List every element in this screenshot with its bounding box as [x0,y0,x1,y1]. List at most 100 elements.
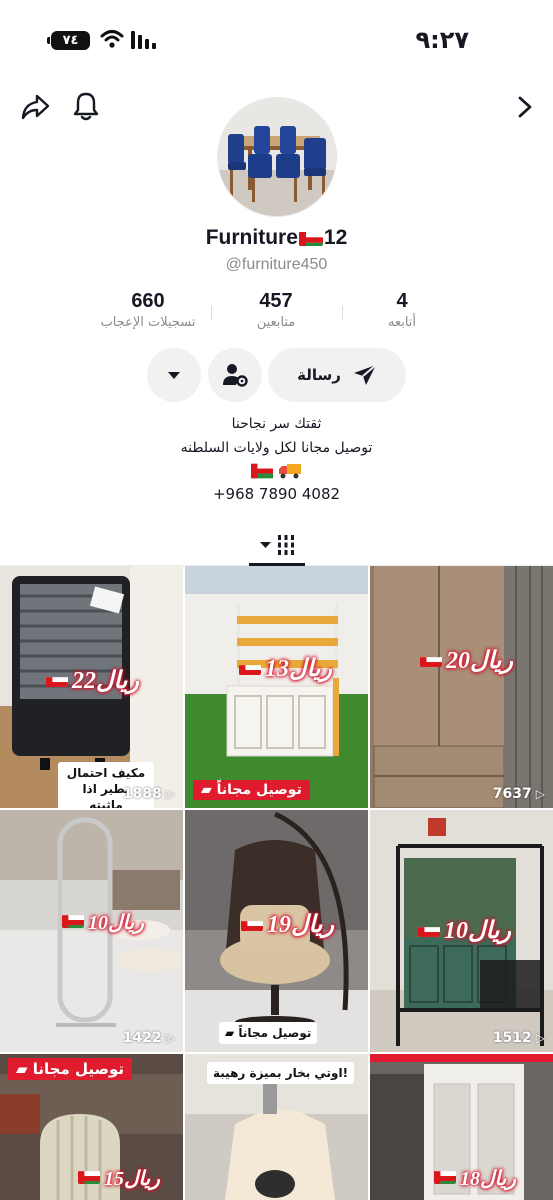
oman-flag-icon [298,230,323,246]
price-label: 10ريال [62,910,144,935]
video-caption: ▰ توصيل مجاناً [193,780,310,800]
video-caption-text: توصيل مجاناً [238,1026,312,1040]
status-bar: ٧٤ ٩:٢٧ [0,0,553,80]
view-count-text: 1422 [122,1030,162,1046]
play-icon: ▷ [165,1031,175,1045]
video-caption: اوتي بخار بميزة رهيبة! [207,1062,355,1084]
view-count: 1512 ▷ [370,1030,545,1046]
video-thumbnail[interactable]: 20ريال 7637 ▷ [370,566,553,808]
followers-label: متابعين [256,315,296,330]
price-label: 22ريال [46,666,139,695]
following-stat[interactable]: 4 أتابعه [362,290,442,330]
share-button[interactable] [18,90,52,124]
video-thumbnail[interactable]: اوتي بخار بميزة رهيبة! [185,1054,368,1200]
oman-flag-icon [62,913,84,928]
followers-stat[interactable]: 457 متابعين [226,290,326,330]
video-thumbnail[interactable]: 18ريال [370,1054,553,1200]
more-options-button[interactable] [147,348,201,402]
forward-button[interactable] [510,91,540,123]
play-icon: ▷ [165,787,175,801]
thumbnail-image [370,566,553,808]
oman-flag-icon [239,660,261,675]
display-name-prefix: Furniture [205,226,298,249]
view-count: 7637 ▷ [370,786,545,802]
message-button[interactable]: رسالة [268,348,406,402]
price-text: 10ريال [88,912,144,934]
video-thumbnail[interactable]: 13ريال ▰ توصيل مجاناً [185,566,368,808]
profile-avatar[interactable] [217,97,337,217]
grid-bars-icon [277,535,294,555]
thumbnail-image [185,566,368,808]
followers-count: 457 [259,290,293,312]
display-name-suffix: 12 [323,226,348,249]
price-text: 13ريال [265,656,333,682]
delivery-truck-icon: ▰ [16,1060,28,1078]
price-label: 18ريال [434,1166,516,1191]
video-thumbnail[interactable]: 19ريال ▰ توصيل مجاناً [185,810,368,1052]
notifications-button[interactable] [70,89,102,123]
price-text: 15ريال [104,1168,160,1190]
bio-phone: +968 7890 4082 [212,485,341,503]
clock: ٩:٢٧ [415,26,469,54]
view-count-text: 7637 [492,786,532,802]
avatar-image [218,98,336,216]
bell-icon [73,92,99,121]
price-text: 10ريال [444,918,512,944]
message-label: رسالة [297,366,341,384]
delivery-truck-icon: ▰ [201,782,212,798]
price-label: 10ريال [418,916,511,945]
cellular-signal-icon [131,31,156,49]
play-icon: ▷ [535,787,545,801]
bio-line-1: ثقتك سر نجاحنا [231,416,322,432]
bio-emoji-line [0,462,553,480]
video-thumbnail[interactable]: ▰ توصيل مجانا 15ريال [0,1054,183,1200]
price-text: 19ريال [267,912,335,938]
wifi-icon [100,30,124,48]
view-count: 1888 ▷ [0,786,175,802]
oman-flag-icon [78,1169,100,1184]
price-text: 18ريال [460,1168,516,1190]
caret-down-icon [168,372,180,379]
play-icon: ▷ [535,1031,545,1045]
username: @furniture450 [225,256,328,273]
likes-label: تسجيلات الإعجاب [100,315,196,330]
view-count: 1422 ▷ [0,1030,175,1046]
content-tab-bar [0,520,553,566]
bio-line-2: توصيل مجانا لكل ولايات السلطنه [180,440,373,456]
following-count: 4 [396,290,408,312]
oman-flag-icon [434,1169,456,1184]
tab-videos[interactable] [249,528,305,562]
video-caption-text: توصيل مجاناً [216,782,302,798]
display-name: Furniture 12 [0,226,553,250]
view-count-text: 1888 [122,786,162,802]
following-label: أتابعه [387,315,417,330]
oman-flag-icon [418,922,440,937]
user-gear-icon [223,364,248,387]
oman-flag-icon [420,652,442,667]
likes-stat: 660 تسجيلات الإعجاب [88,290,208,330]
stats-divider [342,306,343,320]
video-caption-text: توصيل مجانا [32,1060,125,1078]
oman-flag-icon [251,463,274,479]
stats-divider [211,306,212,320]
price-text: 22ريال [72,668,140,694]
price-label: 13ريال [239,654,332,683]
price-label: 20ريال [420,646,513,675]
battery-indicator: ٧٤ [47,31,90,50]
video-grid: 22ريال مكيف احتمال يطير اذا ماثبته 1888 ▷… [0,566,553,1200]
price-label: 15ريال [78,1166,160,1191]
video-thumbnail[interactable]: 22ريال مكيف احتمال يطير اذا ماثبته 1888 ▷ [0,566,183,808]
delivery-truck-icon: ▰ [225,1026,235,1040]
price-label: 19ريال [241,910,334,939]
video-thumbnail[interactable]: 10ريال 1422 ▷ [0,810,183,1052]
share-arrow-icon [21,94,50,120]
video-thumbnail[interactable]: 10ريال 1512 ▷ [370,810,553,1052]
likes-count: 660 [131,290,165,312]
chevron-right-icon [518,96,532,118]
video-caption: ▰ توصيل مجانا [8,1058,133,1080]
view-count-text: 1512 [492,1030,532,1046]
oman-flag-icon [46,672,68,687]
suggested-accounts-button[interactable] [208,348,262,402]
profile-stats: 660 تسجيلات الإعجاب 457 متابعين 4 أتابعه [0,290,553,340]
send-icon [353,364,377,385]
